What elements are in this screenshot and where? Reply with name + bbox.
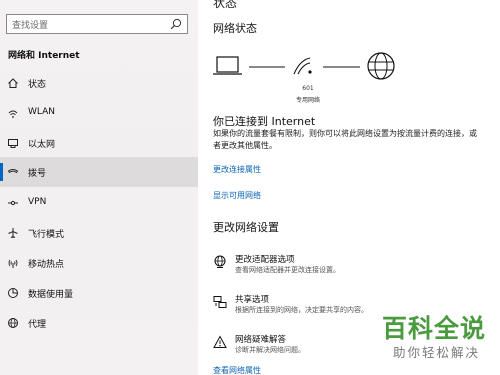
page-title: 状态: [213, 0, 238, 10]
sidebar-item-label: 状态: [28, 80, 47, 90]
network-status-heading: 网络状态: [213, 22, 257, 35]
airplane-icon: [8, 228, 18, 238]
dialup-icon: [7, 169, 19, 174]
vpn-icon: [8, 200, 18, 206]
wifi-signal-icon: [293, 57, 312, 75]
watermark-logo: 百科全说 助你轻松解决: [376, 309, 486, 365]
home-icon: [8, 78, 18, 88]
data-usage-icon: [8, 288, 18, 298]
sidebar-item-dialup[interactable]: 拨号: [0, 157, 198, 187]
warning-icon: [213, 335, 227, 348]
sidebar-item-label: 飞行模式: [28, 230, 65, 240]
connection-status-description: 如果你的流量套餐有限制，则你可以将此网络设置为按流量计费的连接，或者更改其他属性…: [213, 129, 477, 150]
sidebar-item-label: 拨号: [28, 169, 47, 179]
sidebar-item-vpn[interactable]: VPN: [0, 188, 198, 218]
sidebar-item-mobile-hotspot[interactable]: 移动热点: [0, 248, 198, 278]
view-network-properties-link[interactable]: 查看网络属性: [213, 365, 261, 375]
wifi-icon: [8, 110, 18, 118]
change-network-settings-heading: 更改网络设置: [213, 221, 279, 234]
sidebar-item-ethernet[interactable]: 以太网: [0, 128, 198, 158]
network-type: 专用网络: [295, 97, 320, 104]
laptop-icon: [213, 56, 242, 75]
option-title: 更改适配器选项: [235, 255, 295, 265]
sidebar-item-proxy[interactable]: 代理: [0, 308, 198, 338]
search-icon[interactable]: [170, 18, 182, 30]
ethernet-icon: [8, 139, 18, 148]
option-title: 网络疑难解答: [235, 335, 287, 345]
network-name: 601: [302, 85, 314, 92]
option-title: 共享选项: [235, 295, 270, 305]
connection-status-title: 你已连接到 Internet: [213, 115, 316, 128]
sidebar-item-label: 数据使用量: [28, 290, 74, 300]
sharing-icon: [213, 296, 227, 308]
show-available-networks-link[interactable]: 显示可用网络: [213, 190, 261, 201]
adapter-options-item[interactable]: 更改适配器选项 查看网络适配器并更改连接设置。: [213, 253, 493, 283]
sidebar-item-label: 移动热点: [28, 260, 65, 270]
adapter-globe-icon: [214, 255, 226, 268]
sidebar-item-label: 代理: [28, 320, 47, 330]
watermark-main-text: 百科全说: [381, 314, 486, 343]
search-input[interactable]: 查找设置: [12, 18, 48, 31]
sidebar-item-label: WLAN: [28, 107, 56, 117]
watermark-sub-text: 助你轻松解决: [392, 345, 480, 360]
sidebar-item-wlan[interactable]: WLAN: [0, 98, 198, 128]
option-description: 诊断并解决网络问题。: [235, 346, 305, 354]
sidebar-item-status[interactable]: 状态: [0, 68, 198, 98]
hotspot-icon: [8, 259, 18, 268]
search-box[interactable]: 查找设置: [6, 14, 188, 34]
sidebar-section-title: 网络和 Internet: [8, 51, 80, 61]
sidebar: 查找设置 网络和 Internet 状态 WLAN 以太网 拨号 VPN 飞行模…: [0, 0, 198, 375]
globe-icon: [367, 52, 395, 80]
option-description: 根据所连接到的网络，决定要共享的内容。: [235, 306, 368, 314]
sidebar-item-label: VPN: [28, 197, 47, 207]
option-description: 查看网络适配器并更改连接设置。: [235, 266, 340, 274]
globe-icon: [8, 318, 18, 328]
sidebar-item-data-usage[interactable]: 数据使用量: [0, 278, 198, 308]
change-connection-properties-link[interactable]: 更改连接属性: [213, 164, 261, 175]
sidebar-item-airplane-mode[interactable]: 飞行模式: [0, 218, 198, 248]
sidebar-item-label: 以太网: [28, 140, 56, 150]
